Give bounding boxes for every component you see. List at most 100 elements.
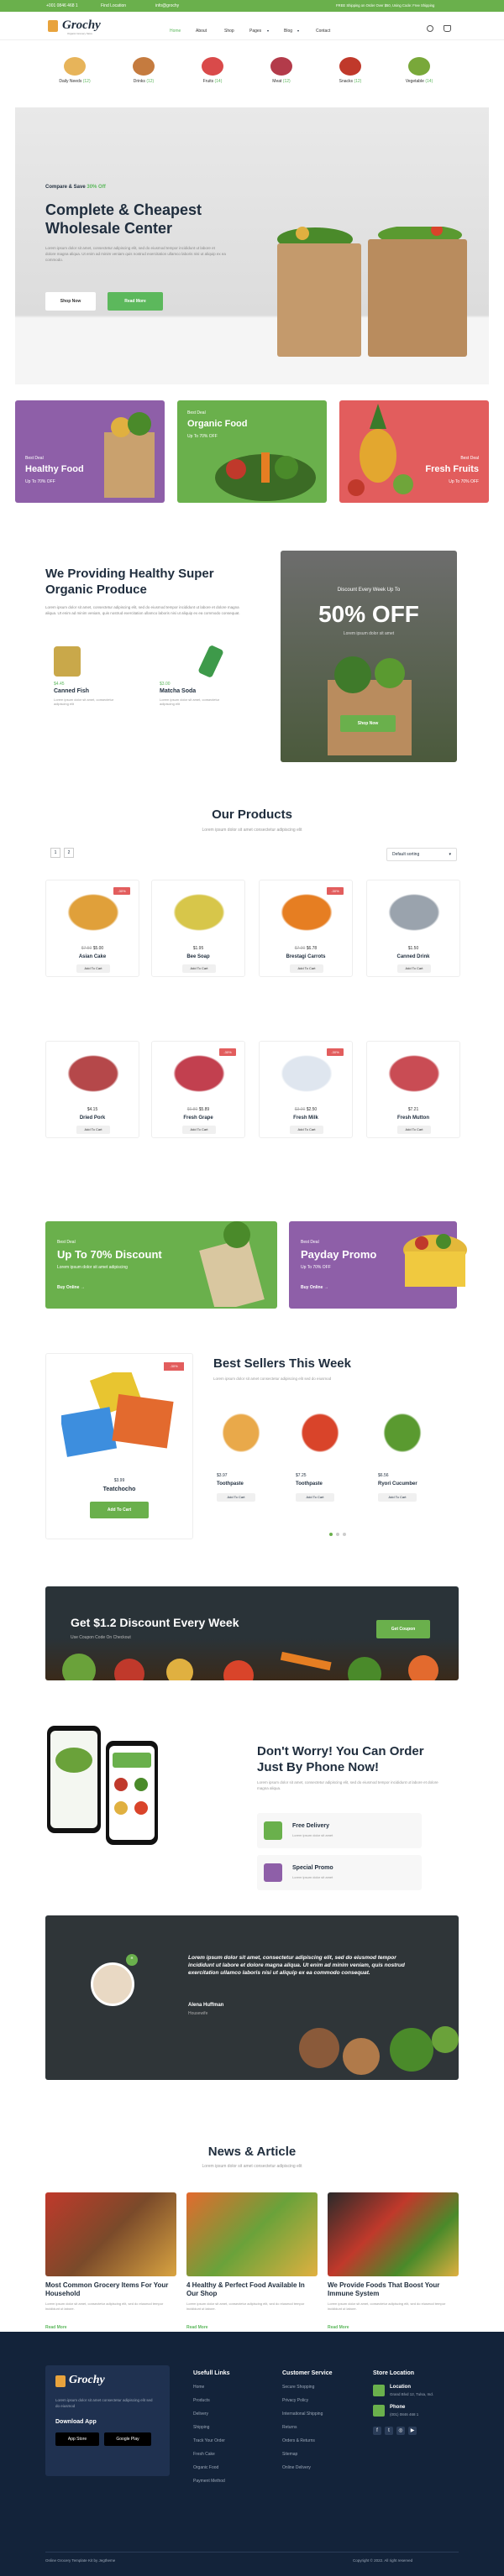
read-more-link[interactable]: Read More — [186, 2325, 208, 2330]
deal-payday-buy-online-link[interactable]: Buy Online → — [301, 1285, 328, 1290]
footer-logo[interactable]: Grochy — [69, 2374, 105, 2387]
nav-about[interactable]: About — [196, 29, 207, 34]
footer-link[interactable]: Payment Method — [193, 2479, 286, 2484]
category-vegetable[interactable]: Vegetable (14) — [398, 52, 440, 84]
carousel-dot-1[interactable] — [329, 1533, 333, 1536]
news-card-2[interactable]: 4 Healthy & Perfect Food Available In Ou… — [186, 2192, 318, 2343]
footer-link[interactable]: Fresh Cake — [193, 2452, 286, 2457]
product-card[interactable]: $1.50 Canned Drink Add To Cart — [366, 880, 460, 977]
bestseller-name: Ryori Cucumber — [378, 1481, 417, 1487]
get-coupon-button[interactable]: Get Coupon — [376, 1620, 430, 1638]
deal-discount[interactable]: Best Deal Up To 70% Discount Lorem ipsum… — [45, 1221, 277, 1309]
read-more-link[interactable]: Read More — [45, 2325, 67, 2330]
nav-pages[interactable]: Pages — [249, 29, 261, 34]
product-card[interactable]: -30% $7.00 $6.78 Brestagi Carrots Add To Ca… — [259, 880, 353, 977]
footer-link[interactable]: Products — [193, 2398, 286, 2403]
deal-buy-online-link[interactable]: Buy Online → — [57, 1285, 85, 1290]
promo-organic-food[interactable]: Best Deal Organic Food Up To 70% OFF — [177, 400, 327, 503]
topbar-phone[interactable]: +001 0846 468 1 — [46, 3, 78, 8]
add-to-cart-button[interactable]: Add To Cart — [378, 1493, 417, 1502]
footer-link[interactable]: International Shipping — [282, 2411, 375, 2417]
footer-link[interactable]: Home — [193, 2385, 286, 2390]
footer-link[interactable]: Orders & Returns — [282, 2438, 375, 2443]
logo[interactable]: Grochy — [62, 18, 101, 33]
about-item-canned-fish[interactable]: $4.45 Canned Fish Lorem ipsum dolor sit … — [45, 646, 143, 708]
promo-healthy-food[interactable]: Best Deal Healthy Food Up To 70% OFF — [15, 400, 165, 503]
category-drinks[interactable]: Drinks (12) — [123, 52, 165, 84]
product-card[interactable]: -30% $3.00 $2.50 Fresh Milk Add To Cart — [259, 1041, 353, 1138]
nav-shop[interactable]: Shop — [224, 29, 234, 34]
footer-customer-service: Customer Service Secure Shopping Privacy … — [282, 2370, 375, 2479]
daily-needs-icon — [64, 57, 86, 76]
page-1-button[interactable]: 1 — [50, 848, 60, 858]
add-to-cart-button[interactable]: Add To Cart — [217, 1493, 255, 1502]
youtube-icon[interactable]: ▶ — [408, 2427, 417, 2435]
app-store-button[interactable]: App Store — [55, 2432, 99, 2446]
product-card[interactable]: $7.21 Fresh Mutton Add To Cart — [366, 1041, 460, 1138]
add-to-cart-button[interactable]: Add To Cart — [296, 1493, 334, 1502]
about-item-matcha-soda[interactable]: $3.00 Matcha Soda Lorem ipsum dolor sit … — [151, 644, 249, 708]
news-subtitle: Lorem ipsum dolor sit amet consectetur a… — [202, 2164, 302, 2169]
category-daily-needs[interactable]: Daily Needs (12) — [54, 52, 96, 84]
instagram-icon[interactable]: ◎ — [396, 2427, 405, 2435]
bestseller-price: $7.25 — [296, 1473, 307, 1478]
add-to-cart-button[interactable]: Add To Cart — [76, 964, 110, 973]
add-to-cart-button[interactable]: Add To Cart — [290, 1126, 323, 1134]
promo-fresh-fruits[interactable]: Best Deal Fresh Fruits Up To 70% OFF — [339, 400, 489, 503]
category-snacks[interactable]: Snacks (12) — [329, 52, 371, 84]
footer-link[interactable]: Delivery — [193, 2411, 286, 2417]
add-to-cart-button[interactable]: Add To Cart — [182, 1126, 216, 1134]
footer-link[interactable]: Sitemap — [282, 2452, 375, 2457]
bestseller-card[interactable]: $6.56 Ryori Cucumber Add To Cart — [375, 1398, 430, 1515]
category-meat[interactable]: Meat (12) — [260, 52, 302, 84]
bestseller-featured-card[interactable]: -30% $3.99 Teatchocho Add To Cart — [45, 1353, 193, 1539]
topbar-email[interactable]: info@grochy — [155, 3, 179, 8]
bestseller-card[interactable]: $3.97 Toothpaste Add To Cart — [213, 1398, 269, 1515]
add-to-cart-button[interactable]: Add To Cart — [397, 1126, 431, 1134]
nav-contact[interactable]: Contact — [316, 29, 330, 34]
add-to-cart-button[interactable]: Add To Cart — [397, 964, 431, 973]
add-to-cart-button[interactable]: Add To Cart — [290, 964, 323, 973]
product-card[interactable]: -30% $6.80 $5.89 Fresh Grape Add To Cart — [151, 1041, 245, 1138]
news-card-3[interactable]: We Provide Foods That Boost Your Immune … — [328, 2192, 459, 2343]
page-2-button[interactable]: 2 — [64, 848, 74, 858]
topbar-location[interactable]: Find Location — [101, 3, 126, 8]
facebook-icon[interactable]: f — [373, 2427, 381, 2435]
news-card-1[interactable]: Most Common Grocery Items For Your House… — [45, 2192, 176, 2343]
product-card[interactable]: $4.15 Dried Pork Add To Cart — [45, 1041, 139, 1138]
footer-link[interactable]: Shipping — [193, 2425, 286, 2430]
deal-bag-image — [199, 1221, 265, 1307]
nav-blog[interactable]: Blog — [284, 29, 292, 34]
read-more-button[interactable]: Read More — [108, 292, 163, 311]
cart-icon[interactable] — [444, 25, 451, 32]
search-icon[interactable] — [427, 25, 433, 32]
sort-select[interactable]: Default sorting ▾ — [386, 848, 457, 861]
carousel-dot-3[interactable] — [343, 1533, 346, 1536]
footer-link[interactable]: Online Delivery — [282, 2465, 375, 2470]
shop-now-button[interactable]: Shop Now — [45, 292, 96, 311]
add-to-cart-button[interactable]: Add To Cart — [76, 1126, 110, 1134]
footer-link[interactable]: Organic Food — [193, 2465, 286, 2470]
deal-payday-promo[interactable]: Best Deal Payday Promo Up To 70% OFF Buy… — [289, 1221, 467, 1309]
product-card[interactable]: $1.95 Bee Soap Add To Cart — [151, 880, 245, 977]
google-play-button[interactable]: Google Play — [104, 2432, 151, 2446]
footer-link[interactable]: Secure Shopping — [282, 2385, 375, 2390]
products-title: Our Products — [212, 807, 292, 822]
product-card[interactable]: -30% $7.50 $5.00 Asian Cake Add To Cart — [45, 880, 139, 977]
footer-link[interactable]: Privacy Policy — [282, 2398, 375, 2403]
featured-add-to-cart-button[interactable]: Add To Cart — [90, 1502, 149, 1518]
bestseller-price: $6.56 — [378, 1473, 389, 1478]
discount-shop-now-button[interactable]: Shop Now — [340, 715, 396, 732]
product-image — [63, 891, 123, 934]
read-more-link[interactable]: Read More — [328, 2325, 349, 2330]
add-to-cart-button[interactable]: Add To Cart — [182, 964, 216, 973]
footer-link[interactable]: Returns — [282, 2425, 375, 2430]
footer-link[interactable]: Track Your Order — [193, 2438, 286, 2443]
teatchocho-image — [61, 1372, 174, 1457]
bestseller-card[interactable]: $7.25 Toothpaste Add To Cart — [292, 1398, 348, 1515]
nav-home[interactable]: Home — [170, 29, 181, 34]
footer-credit: Online Grocery Template Kit by Jegtheme — [45, 2558, 116, 2563]
carousel-dot-2[interactable] — [336, 1533, 339, 1536]
category-fruits[interactable]: Fruits (14) — [192, 52, 234, 84]
twitter-icon[interactable]: t — [385, 2427, 393, 2435]
